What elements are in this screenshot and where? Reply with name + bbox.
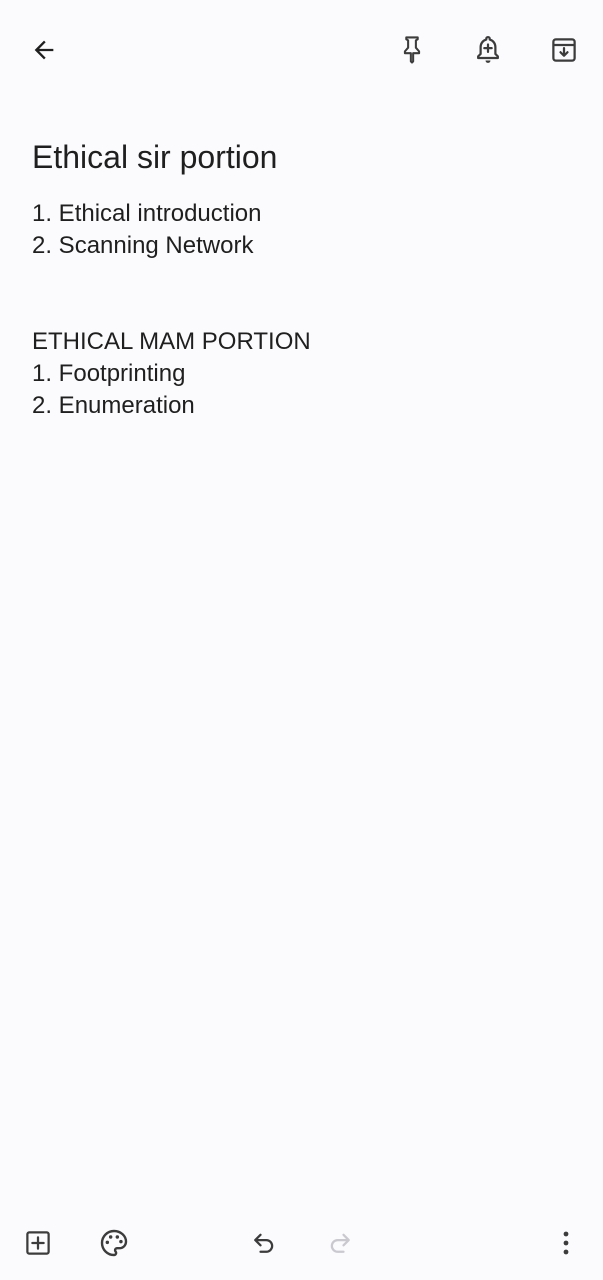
add-box-icon (26, 1231, 50, 1255)
redo-icon (330, 1233, 350, 1253)
note-line (32, 262, 572, 294)
reminder-button[interactable] (464, 26, 512, 74)
pin-button[interactable] (388, 26, 436, 74)
add-content-button[interactable] (14, 1219, 62, 1267)
note-line: 2. Scanning Network (32, 232, 254, 259)
note-line: 2. Enumeration (32, 392, 195, 419)
note-line: 1. Ethical introduction (32, 200, 262, 227)
undo-icon (254, 1233, 274, 1253)
bottom-toolbar (0, 1210, 603, 1280)
pin-icon (403, 36, 421, 64)
add-alert-icon (477, 35, 499, 63)
more-options-button[interactable] (542, 1219, 590, 1267)
more-vert-icon (563, 1231, 569, 1255)
background-color-button[interactable] (90, 1219, 138, 1267)
note-body[interactable]: 1. Ethical introduction 2. Scanning Netw… (32, 198, 572, 422)
top-toolbar (0, 0, 603, 100)
undo-button[interactable] (240, 1219, 288, 1267)
archive-icon (552, 38, 576, 62)
back-button[interactable] (20, 26, 68, 74)
note-editor[interactable]: Ethical sir portion 1. Ethical introduct… (32, 132, 572, 422)
note-line (32, 294, 572, 326)
note-title[interactable]: Ethical sir portion (32, 132, 572, 182)
archive-button[interactable] (540, 26, 588, 74)
arrow-back-icon (34, 40, 54, 60)
note-line: ETHICAL MAM PORTION (32, 328, 311, 355)
palette-icon (100, 1229, 128, 1257)
redo-button[interactable] (316, 1219, 364, 1267)
note-line: 1. Footprinting (32, 360, 186, 387)
